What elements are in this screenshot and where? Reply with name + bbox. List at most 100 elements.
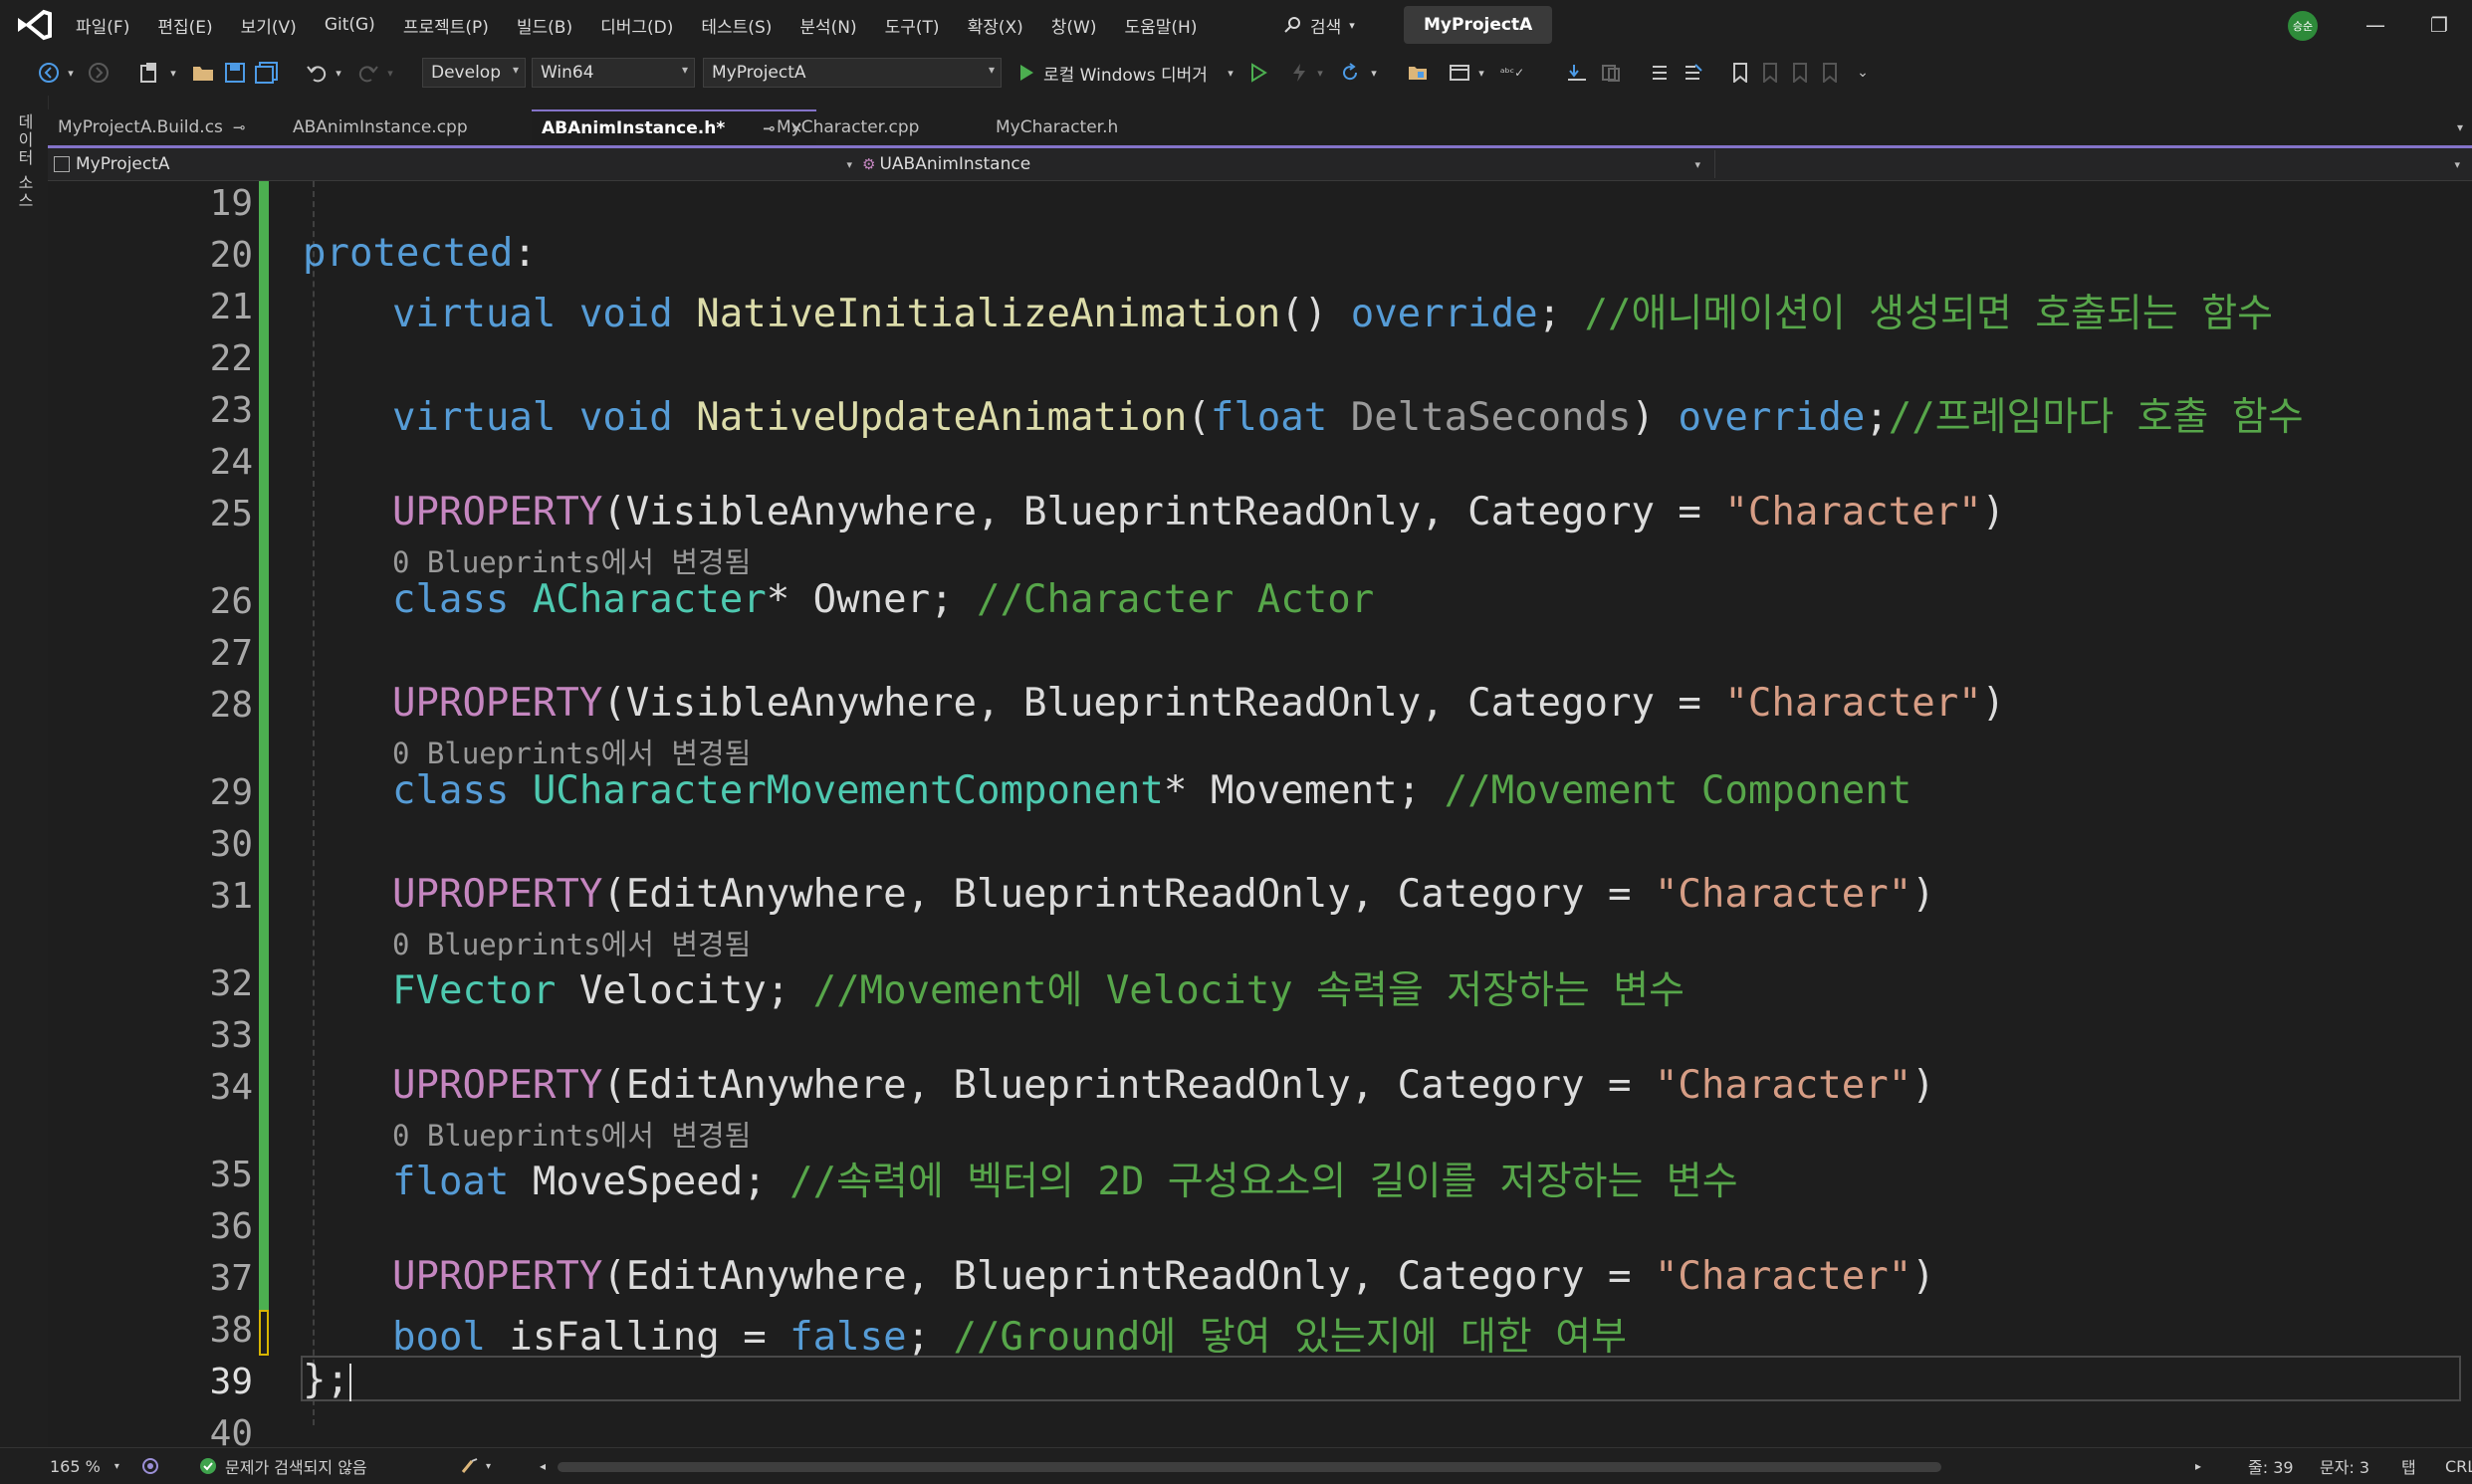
menu-file[interactable]: 파일(F) <box>62 13 143 38</box>
code-line-32[interactable]: FVector Velocity; //Movement에 Velocity 속… <box>392 959 1685 1015</box>
undo-icon[interactable] <box>303 58 331 88</box>
back-icon[interactable] <box>36 58 62 88</box>
project-name-badge[interactable]: MyProjectA <box>1404 6 1553 44</box>
menu-project[interactable]: 프로젝트(P) <box>389 13 503 38</box>
code-line-38[interactable]: bool isFalling = false; //Ground에 닿여 있는지… <box>392 1306 1627 1362</box>
project-scope-dropdown[interactable]: MyProjectA ▾ <box>54 150 860 178</box>
browser-link-icon[interactable] <box>1446 58 1473 88</box>
solution-explorer-icon[interactable] <box>1404 58 1432 88</box>
keyword: virtual <box>392 395 557 440</box>
tab-myprojecta-build-cs[interactable]: MyProjectA.Build.cs ⊸ <box>48 109 275 145</box>
chevron-down-icon[interactable]: ▾ <box>167 58 179 88</box>
configuration-dropdown[interactable]: Develop ▾ <box>422 58 526 88</box>
save-all-icon[interactable] <box>253 58 281 88</box>
startup-project-dropdown[interactable]: MyProjectA ▾ <box>703 58 1002 88</box>
pin-icon[interactable]: ⊸ <box>233 118 246 136</box>
chevron-down-icon[interactable]: ▾ <box>64 58 78 88</box>
search-button[interactable]: 검색 ▾ <box>1284 0 1355 50</box>
toolbar-overflow-icon[interactable]: ⌄ <box>1856 58 1870 88</box>
chevron-down-icon[interactable]: ▾ <box>1225 58 1236 88</box>
tab-list-dropdown-icon[interactable]: ▾ <box>2447 109 2467 145</box>
menu-view[interactable]: 보기(V) <box>227 13 311 38</box>
indicator-margin[interactable] <box>48 181 92 1447</box>
code-text-area[interactable]: protected: virtual void NativeInitialize… <box>303 181 2463 1447</box>
start-without-debugging-icon[interactable] <box>1244 58 1272 88</box>
tab-mycharacter-h[interactable]: MyCharacter.h <box>986 109 1225 145</box>
step-into-icon[interactable] <box>1563 58 1591 88</box>
minimize-icon[interactable]: — <box>2358 8 2393 42</box>
scroll-right-icon[interactable]: ▸ <box>2195 1448 2201 1484</box>
visual-studio-logo-icon[interactable] <box>14 8 54 42</box>
copilot-icon[interactable] <box>141 1448 159 1484</box>
spell-check-icon[interactable]: ᵃᵇᶜ✓ <box>1495 58 1529 88</box>
code-line-31[interactable]: UPROPERTY(EditAnywhere, BlueprintReadOnl… <box>392 872 1935 917</box>
menu-build[interactable]: 빌드(B) <box>503 13 586 38</box>
code-line-29[interactable]: class UCharacterMovementComponent* Movem… <box>392 768 1911 813</box>
punctuation: ) <box>1911 1063 1935 1108</box>
code-line-26[interactable]: class ACharacter* Owner; //Character Act… <box>392 577 1374 622</box>
member-scope-dropdown[interactable]: ▾ <box>1714 150 2468 178</box>
code-line-37[interactable]: UPROPERTY(EditAnywhere, BlueprintReadOnl… <box>392 1254 1935 1299</box>
redo-icon[interactable] <box>354 58 382 88</box>
new-project-icon[interactable] <box>135 58 165 88</box>
bookmark-icon[interactable] <box>1728 58 1752 88</box>
forward-icon[interactable] <box>86 58 112 88</box>
horizontal-scrollbar[interactable] <box>558 1462 1941 1472</box>
run-target-label[interactable]: 로컬 Windows 디버거 <box>1043 58 1208 88</box>
chevron-down-icon[interactable]: ▾ <box>333 58 344 88</box>
code-line-25[interactable]: UPROPERTY(VisibleAnywhere, BlueprintRead… <box>392 490 2005 534</box>
comment-lines-icon[interactable] <box>1645 58 1673 88</box>
step-over-icon[interactable] <box>1597 58 1625 88</box>
blueprint-codelens[interactable]: 0 Blueprints에서 변경됨 <box>392 539 751 581</box>
clear-bookmarks-icon[interactable] <box>1818 58 1842 88</box>
next-bookmark-icon[interactable] <box>1788 58 1812 88</box>
restore-icon[interactable]: ❐ <box>2421 8 2457 42</box>
code-editor[interactable]: 19 20 21 22 23 24 25 26 27 28 29 30 31 3… <box>48 181 2472 1447</box>
previous-bookmark-icon[interactable] <box>1758 58 1782 88</box>
menu-extensions[interactable]: 확장(X) <box>954 13 1037 38</box>
indentation-mode[interactable]: 탭 <box>2401 1448 2416 1484</box>
code-line-28[interactable]: UPROPERTY(VisibleAnywhere, BlueprintRead… <box>392 681 2005 726</box>
scroll-left-icon[interactable]: ◂ <box>540 1448 546 1484</box>
menu-window[interactable]: 창(W) <box>1037 13 1111 38</box>
cursor-column[interactable]: 문자: 3 <box>2320 1448 2369 1484</box>
code-line-21[interactable]: virtual void NativeInitializeAnimation()… <box>392 283 2273 338</box>
code-line-20[interactable]: protected: <box>303 231 537 276</box>
code-cleanup-icon[interactable]: ▾ <box>460 1448 491 1484</box>
tab-label: MyProjectA.Build.cs <box>58 117 223 137</box>
blueprint-codelens[interactable]: 0 Blueprints에서 변경됨 <box>392 1113 751 1155</box>
blueprint-codelens[interactable]: 0 Blueprints에서 변경됨 <box>392 731 751 772</box>
menu-help[interactable]: 도움말(H) <box>1111 13 1212 38</box>
menu-tools[interactable]: 도구(T) <box>871 13 954 38</box>
open-folder-icon[interactable] <box>189 58 217 88</box>
avatar[interactable]: 승순 <box>2288 11 2318 41</box>
save-icon[interactable] <box>221 58 249 88</box>
line-ending[interactable]: CRLF <box>2445 1448 2472 1484</box>
type-scope-dropdown[interactable]: ⚙ UABAnimInstance ▾ <box>862 150 1708 178</box>
menu-test[interactable]: 테스트(S) <box>687 13 786 38</box>
menu-edit[interactable]: 편집(E) <box>143 13 226 38</box>
cursor-line[interactable]: 줄: 39 <box>2248 1448 2294 1484</box>
tab-abaniminstance-cpp[interactable]: ABAnimInstance.cpp <box>283 109 571 145</box>
uncomment-lines-icon[interactable] <box>1679 58 1706 88</box>
hot-reload-icon[interactable] <box>1286 58 1312 88</box>
chevron-down-icon[interactable]: ▾ <box>1475 58 1487 88</box>
blueprint-codelens[interactable]: 0 Blueprints에서 변경됨 <box>392 922 751 963</box>
data-sources-tab[interactable]: 데이터 소스 <box>12 113 36 210</box>
platform-dropdown[interactable]: Win64 ▾ <box>532 58 695 88</box>
menu-git[interactable]: Git(G) <box>311 15 389 35</box>
code-line-39[interactable]: }; <box>303 1358 351 1402</box>
code-line-23[interactable]: virtual void NativeUpdateAnimation(float… <box>392 386 2304 442</box>
code-line-34[interactable]: UPROPERTY(EditAnywhere, BlueprintReadOnl… <box>392 1063 1935 1108</box>
start-debugging-icon[interactable] <box>1013 58 1039 88</box>
restart-icon[interactable] <box>1336 58 1364 88</box>
zoom-level[interactable]: 165 % ▾ <box>50 1448 119 1484</box>
chevron-down-icon[interactable]: ▾ <box>1368 58 1380 88</box>
menu-analyze[interactable]: 분석(N) <box>786 13 870 38</box>
chevron-down-icon[interactable]: ▾ <box>384 58 396 88</box>
menu-debug[interactable]: 디버그(D) <box>586 13 687 38</box>
macro: UPROPERTY <box>392 1063 603 1108</box>
issues-indicator[interactable]: 문제가 검색되지 않음 <box>199 1448 367 1484</box>
code-line-35[interactable]: float MoveSpeed; //속력에 벡터의 2D 구성요소의 길이를 … <box>392 1151 1738 1206</box>
chevron-down-icon[interactable]: ▾ <box>1314 58 1326 88</box>
